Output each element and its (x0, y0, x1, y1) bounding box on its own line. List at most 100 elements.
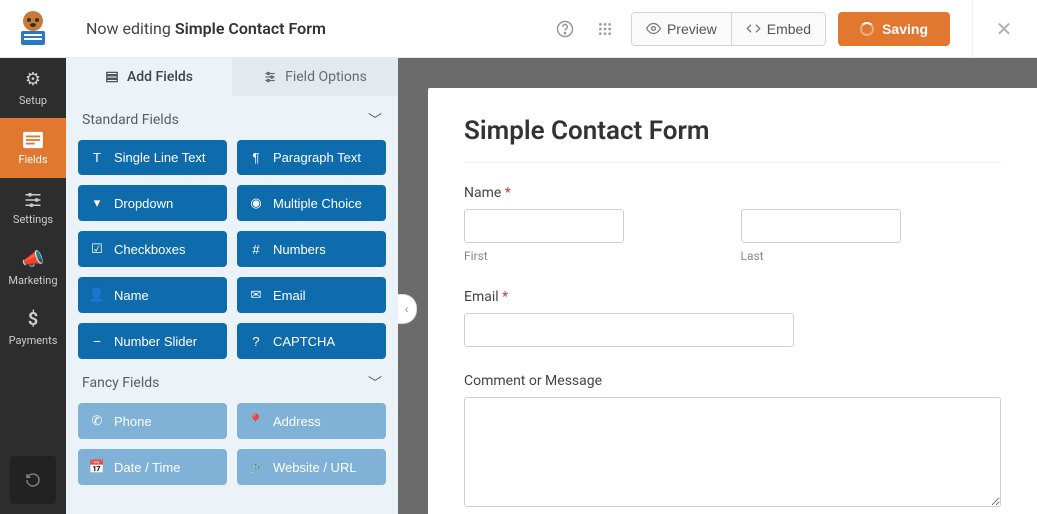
field-dropdown[interactable]: ▾ Dropdown (78, 185, 227, 221)
apps-grid-icon[interactable] (591, 15, 619, 43)
section-title: Standard Fields (82, 112, 179, 128)
field-multiple-choice[interactable]: ◉Multiple Choice (237, 185, 386, 221)
field-label: Phone (114, 414, 152, 429)
nav-label: Setup (19, 94, 47, 107)
field-name[interactable]: 👤Name (78, 277, 227, 313)
saving-button[interactable]: Saving (838, 12, 950, 46)
field-label: Paragraph Text (273, 150, 361, 165)
nav-spacer (0, 358, 66, 446)
field-grid-fancy: ✆ Phone 📍Address 📅 Date / Time 🔗 Website / … (78, 403, 386, 485)
nav-item-payments[interactable]: $ Payments (0, 298, 66, 358)
sublabel-last: Last (741, 249, 1002, 263)
field-label: CAPTCHA (273, 334, 335, 349)
field-phone[interactable]: ✆ Phone (78, 403, 227, 439)
field-address[interactable]: 📍Address (237, 403, 386, 439)
now-editing-prefix: Now editing (86, 19, 175, 38)
form-icon (22, 131, 44, 149)
field-label: Single Line Text (114, 150, 206, 165)
field-label: Website / URL (273, 460, 357, 475)
canvas-wrap: ‹ Simple Contact Form Name * First Last (398, 58, 1037, 514)
chevron-down-icon: ﹀ (368, 110, 382, 130)
close-icon[interactable]: ✕ (989, 17, 1019, 41)
user-icon: 👤 (90, 287, 104, 303)
field-label: Email (273, 288, 306, 303)
pin-icon: 📍 (249, 413, 263, 429)
field-label: Date / Time (114, 460, 180, 475)
nav-item-fields[interactable]: Fields (0, 118, 66, 178)
preview-embed-group: Preview Embed (631, 12, 826, 46)
email-input[interactable] (464, 313, 794, 347)
nav-item-setup[interactable]: ⚙ Setup (0, 58, 66, 118)
app-logo (0, 0, 66, 58)
phone-icon: ✆ (90, 413, 104, 429)
captcha-icon: ? (249, 334, 263, 349)
gear-icon: ⚙ (25, 69, 41, 90)
chevron-down-icon: ﹀ (368, 373, 382, 393)
comment-textarea[interactable] (464, 397, 1001, 507)
nav-label: Settings (13, 213, 53, 226)
field-paragraph-text[interactable]: ¶ Paragraph Text (237, 140, 386, 175)
calendar-icon: 📅 (90, 459, 104, 475)
text-type-icon: T (90, 150, 104, 165)
dropdown-icon: ▾ (90, 195, 104, 211)
field-number-slider[interactable]: ⎯ Number Slider (78, 323, 227, 359)
link-icon: 🔗 (249, 459, 263, 475)
field-numbers[interactable]: # Numbers (237, 231, 386, 267)
field-label: Dropdown (114, 196, 173, 211)
megaphone-icon: 📣 (22, 249, 44, 270)
sliders-icon (24, 191, 42, 209)
field-label: Checkboxes (114, 242, 186, 257)
preview-label: Preview (667, 21, 717, 37)
tab-label: Add Fields (127, 69, 193, 85)
field-label-comment: Comment or Message (464, 373, 1001, 389)
title-divider (464, 162, 1001, 163)
dollar-icon: $ (28, 309, 38, 330)
field-website-url[interactable]: 🔗 Website / URL (237, 449, 386, 485)
field-single-line-text[interactable]: T Single Line Text (78, 140, 227, 175)
section-header-standard[interactable]: Standard Fields ﹀ (78, 96, 386, 140)
mail-icon: ✉ (249, 287, 263, 303)
nav-label: Marketing (8, 274, 57, 287)
field-label: Numbers (273, 242, 326, 257)
field-label: Number Slider (114, 334, 197, 349)
field-email[interactable]: ✉ Email (237, 277, 386, 313)
hash-icon: # (249, 242, 263, 257)
nav-item-marketing[interactable]: 📣 Marketing (0, 238, 66, 298)
help-icon[interactable] (551, 15, 579, 43)
form-canvas: Simple Contact Form Name * First Last (428, 88, 1037, 514)
last-name-col: Last (741, 209, 1002, 263)
form-title: Simple Contact Form (464, 116, 1001, 146)
field-label: Multiple Choice (273, 196, 362, 211)
options-icon (263, 70, 277, 84)
first-name-input[interactable] (464, 209, 624, 243)
panel-body: Standard Fields ﹀ T Single Line Text ¶ Par… (66, 96, 398, 514)
slider-icon: ⎯ (90, 333, 104, 349)
chevron-left-icon: ‹ (405, 302, 409, 316)
nav-label: Fields (18, 153, 47, 166)
last-name-input[interactable] (741, 209, 901, 243)
form-name: Simple Contact Form (175, 19, 326, 38)
preview-button[interactable]: Preview (632, 13, 731, 45)
tab-label: Field Options (285, 69, 367, 85)
tab-add-fields[interactable]: Add Fields (66, 58, 232, 96)
sublabel-first: First (464, 249, 725, 263)
field-date-time[interactable]: 📅 Date / Time (78, 449, 227, 485)
required-mark: * (502, 289, 508, 305)
nav-item-settings[interactable]: Settings (0, 178, 66, 238)
paragraph-icon: ¶ (249, 150, 263, 165)
field-captcha[interactable]: ? CAPTCHA (237, 323, 386, 359)
label-text: Name (464, 185, 501, 201)
tab-field-options[interactable]: Field Options (232, 58, 398, 96)
first-name-col: First (464, 209, 725, 263)
field-block-email[interactable]: Email * (464, 289, 1001, 347)
field-label-name: Name * (464, 185, 1001, 201)
field-block-comment[interactable]: Comment or Message (464, 373, 1001, 511)
editing-title: Now editing Simple Contact Form (66, 19, 551, 38)
section-header-fancy[interactable]: Fancy Fields ﹀ (78, 359, 386, 403)
field-block-name[interactable]: Name * First Last (464, 185, 1001, 263)
collapse-panel-handle[interactable]: ‹ (398, 294, 417, 324)
embed-button[interactable]: Embed (731, 13, 825, 45)
field-checkboxes[interactable]: ☑Checkboxes (78, 231, 227, 267)
label-text: Email (464, 289, 499, 305)
undo-button[interactable] (10, 456, 56, 504)
